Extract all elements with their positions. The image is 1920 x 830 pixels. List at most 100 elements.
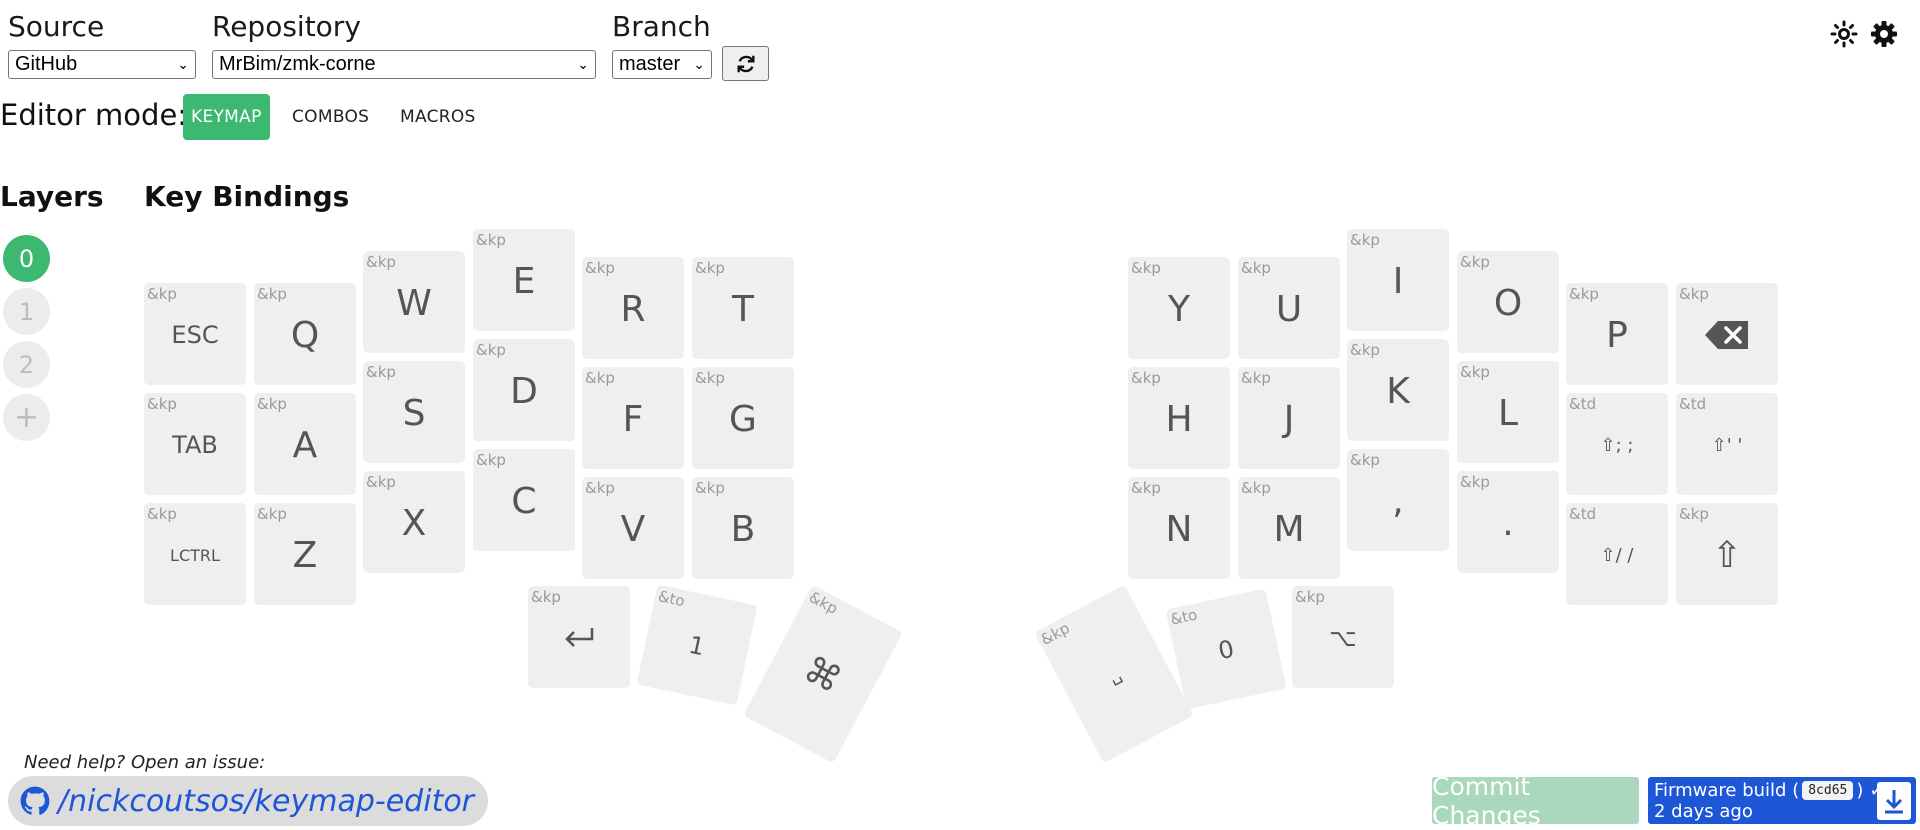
key-binding: &to — [656, 587, 687, 611]
key-backspace[interactable]: &kp — [1676, 283, 1778, 385]
key-y[interactable]: &kp Y — [1128, 257, 1230, 359]
key-binding: &kp — [257, 505, 287, 523]
key-binding: &kp — [257, 285, 287, 303]
key-g[interactable]: &kp G — [692, 367, 794, 469]
key-e[interactable]: &kp E — [473, 229, 575, 331]
layers-heading: Layers — [0, 180, 104, 213]
key-k[interactable]: &kp K — [1347, 339, 1449, 441]
key-label: J — [1283, 398, 1295, 440]
repository-select[interactable]: MrBim/zmk-corne ⌄ — [212, 50, 596, 79]
layer-item-0[interactable]: 0 — [3, 235, 50, 282]
theme-toggle-icon[interactable] — [1830, 20, 1858, 48]
key-binding: &kp — [1350, 451, 1380, 469]
key-c[interactable]: &kp C — [473, 449, 575, 551]
key-b[interactable]: &kp B — [692, 477, 794, 579]
key-v[interactable]: &kp V — [582, 477, 684, 579]
key-binding: &kp — [147, 395, 177, 413]
key-label: Z — [292, 534, 318, 576]
key-j[interactable]: &kp J — [1238, 367, 1340, 469]
layer-item-2[interactable]: 2 — [3, 341, 50, 388]
tab-combos[interactable]: COMBOS — [284, 94, 377, 140]
key-label: A — [292, 424, 318, 466]
tab-keymap[interactable]: KEYMAP — [183, 94, 270, 140]
key-slash[interactable]: &td ⇧/ / — [1566, 503, 1668, 605]
key-comma[interactable]: &kp , — [1347, 449, 1449, 551]
gear-icon[interactable] — [1870, 20, 1898, 48]
key-binding: &kp — [476, 231, 506, 249]
key-enter[interactable]: &kp — [528, 586, 630, 688]
key-binding: &kp — [1131, 479, 1161, 497]
firmware-build-label: Firmware build ( — [1654, 780, 1800, 801]
key-i[interactable]: &kp I — [1347, 229, 1449, 331]
key-shift[interactable]: &kp ⇧ — [1676, 503, 1778, 605]
key-l[interactable]: &kp L — [1457, 361, 1559, 463]
key-binding: &kp — [1460, 473, 1490, 491]
key-m[interactable]: &kp M — [1238, 477, 1340, 579]
key-w[interactable]: &kp W — [363, 251, 465, 353]
key-semicolon[interactable]: &td ⇧; ; — [1566, 393, 1668, 495]
source-select[interactable]: GitHub ⌄ — [8, 50, 196, 79]
key-to-0[interactable]: &to 0 — [1165, 588, 1287, 710]
key-esc[interactable]: &kp ESC — [144, 283, 246, 385]
source-select-value: GitHub — [15, 53, 78, 75]
key-label: U — [1275, 288, 1303, 330]
key-x[interactable]: &kp X — [363, 471, 465, 573]
download-button[interactable] — [1877, 782, 1911, 820]
key-binding: &kp — [1295, 588, 1325, 606]
key-alt[interactable]: &kp ⌥ — [1292, 586, 1394, 688]
key-cmd[interactable]: &kp ⌘ — [743, 584, 903, 764]
key-label: N — [1165, 508, 1193, 550]
key-label: C — [511, 480, 537, 522]
key-lctrl[interactable]: &kp LCTRL — [144, 503, 246, 605]
key-label: ⌘ — [797, 648, 849, 702]
key-t[interactable]: &kp T — [692, 257, 794, 359]
github-repo-link[interactable]: /nickcoutsos/keymap-editor — [8, 776, 489, 826]
help-text: Need help? Open an issue: — [24, 752, 266, 773]
key-bindings-heading: Key Bindings — [144, 180, 350, 213]
key-binding: &kp — [1037, 618, 1073, 649]
key-z[interactable]: &kp Z — [254, 503, 356, 605]
key-label: W — [396, 282, 432, 324]
key-s[interactable]: &kp S — [363, 361, 465, 463]
key-binding: &kp — [1131, 259, 1161, 277]
key-h[interactable]: &kp H — [1128, 367, 1230, 469]
key-r[interactable]: &kp R — [582, 257, 684, 359]
key-to-1[interactable]: &to 1 — [636, 584, 758, 706]
key-binding: &kp — [1241, 369, 1271, 387]
key-binding: &kp — [1350, 231, 1380, 249]
key-p[interactable]: &kp P — [1566, 283, 1668, 385]
key-binding: &td — [1569, 505, 1597, 523]
tab-macros[interactable]: MACROS — [392, 94, 484, 140]
key-d[interactable]: &kp D — [473, 339, 575, 441]
key-binding: &kp — [366, 363, 396, 381]
key-tab[interactable]: &kp TAB — [144, 393, 246, 495]
commit-changes-button[interactable]: Commit Changes — [1432, 772, 1639, 830]
key-f[interactable]: &kp F — [582, 367, 684, 469]
key-o[interactable]: &kp O — [1457, 251, 1559, 353]
branch-select[interactable]: master ⌄ — [612, 50, 712, 79]
layer-item-1[interactable]: 1 — [3, 288, 50, 335]
key-a[interactable]: &kp A — [254, 393, 356, 495]
key-quote[interactable]: &td ⇧' ' — [1676, 393, 1778, 495]
key-binding: &kp — [585, 369, 615, 387]
key-binding: &kp — [1460, 253, 1490, 271]
key-binding: &kp — [1460, 363, 1490, 381]
firmware-build-age: 2 days ago — [1654, 801, 1753, 822]
refresh-icon — [736, 55, 755, 72]
firmware-build-button[interactable]: Firmware build ( 8cd65 ) ✓ 2 days ago — [1648, 777, 1916, 824]
key-binding: &kp — [695, 479, 725, 497]
key-n[interactable]: &kp N — [1128, 477, 1230, 579]
key-q[interactable]: &kp Q — [254, 283, 356, 385]
add-layer-button[interactable]: + — [3, 394, 50, 441]
key-label: S — [402, 392, 426, 434]
repository-label: Repository — [212, 10, 361, 43]
key-label: E — [512, 260, 536, 302]
key-period[interactable]: &kp . — [1457, 471, 1559, 573]
key-label: G — [729, 398, 757, 440]
key-u[interactable]: &kp U — [1238, 257, 1340, 359]
key-binding: &kp — [147, 285, 177, 303]
refresh-button[interactable] — [722, 46, 769, 81]
key-binding: &kp — [585, 479, 615, 497]
return-icon — [565, 628, 594, 647]
key-label: ⇧/ / — [1600, 544, 1634, 566]
